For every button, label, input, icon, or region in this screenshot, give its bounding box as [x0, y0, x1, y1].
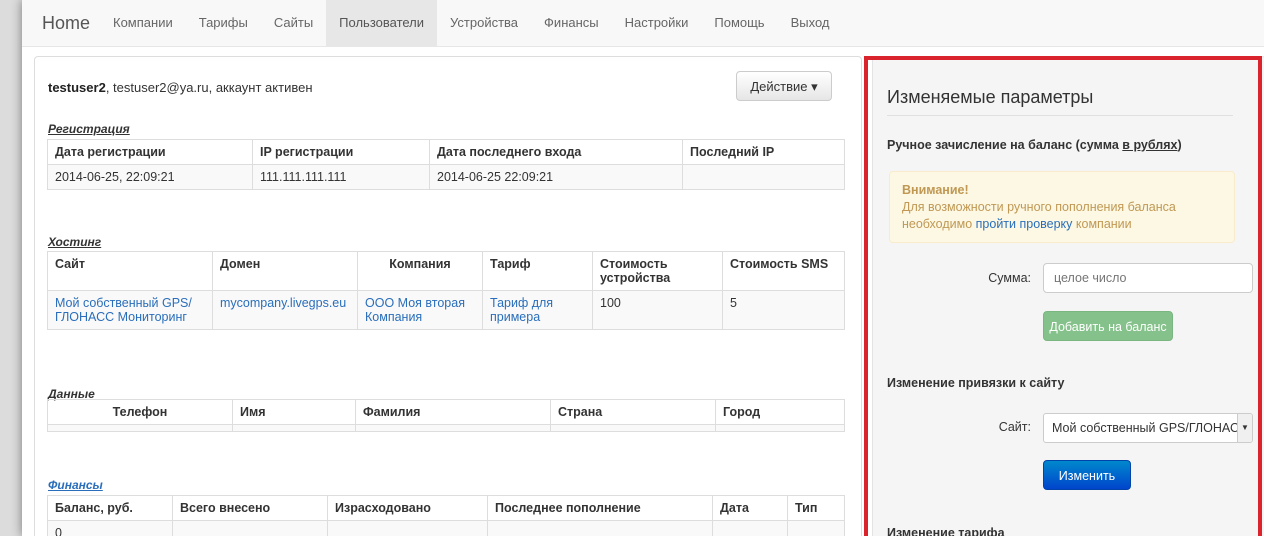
table-cell: 2014-06-25 22:09:21 — [429, 164, 683, 190]
user-info: , testuser2@ya.ru, аккаунт активен — [105, 80, 313, 95]
table-row: 2014-06-25, 22:09:21 111.111.111.111 201… — [47, 164, 845, 190]
user-login: testuser2 — [48, 80, 106, 95]
user-summary: testuser2, testuser2@ya.ru, аккаунт акти… — [48, 80, 313, 95]
table-cell: 5 — [722, 290, 845, 330]
sum-label: Сумма: — [988, 271, 1031, 285]
table-header: Стоимость устройства — [592, 251, 723, 291]
domain-link[interactable]: mycompany.livegps.eu — [212, 290, 358, 330]
site-link[interactable]: Мой собственный GPS/ ГЛОНАСС Мониторинг — [47, 290, 213, 330]
brand-home-link[interactable]: Home — [42, 13, 90, 34]
table-header: Компания — [357, 251, 483, 291]
main-nav: Компании Тарифы Сайты Пользователи Устро… — [100, 0, 843, 46]
balance-heading: Ручное зачисление на баланс (сумма в руб… — [887, 138, 1182, 152]
table-cell: 0 — [47, 520, 173, 536]
table-header: IP регистрации — [252, 139, 430, 165]
browser-viewport: Home Компании Тарифы Сайты Пользователи … — [22, 0, 1264, 536]
add-to-balance-button[interactable]: Добавить на баланс — [1043, 311, 1173, 341]
table-header: Последний IP — [682, 139, 845, 165]
table-cell — [355, 424, 551, 432]
alert-text-end: компании — [1072, 217, 1132, 231]
table-cell — [327, 520, 488, 536]
balance-heading-text: Ручное зачисление на баланс (сумма — [887, 138, 1123, 152]
table-cell: 100 — [592, 290, 723, 330]
nav-users[interactable]: Пользователи — [326, 0, 438, 46]
nav-devices[interactable]: Устройства — [437, 0, 531, 46]
table-header: Фамилия — [355, 399, 551, 425]
table-row — [47, 424, 845, 432]
caret-down-icon: ▼ — [1237, 414, 1252, 442]
nav-sites[interactable]: Сайты — [261, 0, 326, 46]
tariff-change-heading: Изменение тарифа — [887, 526, 1005, 536]
table-cell — [172, 520, 328, 536]
table-header: Последнее пополнение — [487, 495, 713, 521]
table-row: 0 — [47, 520, 845, 536]
editable-params-panel: Изменяемые параметры Ручное зачисление н… — [872, 56, 1264, 536]
divider — [887, 115, 1233, 116]
personal-data-table: Телефон Имя Фамилия Страна Город — [47, 399, 845, 432]
nav-settings[interactable]: Настройки — [612, 0, 702, 46]
table-header: Дата — [712, 495, 788, 521]
nav-tariffs[interactable]: Тарифы — [186, 0, 261, 46]
user-details-panel: testuser2, testuser2@ya.ru, аккаунт акти… — [34, 56, 862, 536]
sum-input[interactable] — [1043, 263, 1253, 293]
table-header: Сайт — [47, 251, 213, 291]
company-link[interactable]: ООО Моя вторая Компания — [357, 290, 483, 330]
table-cell — [487, 520, 713, 536]
hosting-table: Сайт Домен Компания Тариф Стоимость устр… — [47, 251, 845, 330]
nav-help[interactable]: Помощь — [701, 0, 777, 46]
table-header: Тариф — [482, 251, 593, 291]
table-header: Баланс, руб. — [47, 495, 173, 521]
table-header: Тип — [787, 495, 845, 521]
finance-table: Баланс, руб. Всего внесено Израсходовано… — [47, 495, 845, 536]
tariff-link[interactable]: Тариф для примера — [482, 290, 593, 330]
table-cell — [712, 520, 788, 536]
table-cell — [47, 424, 233, 432]
table-header: Имя — [232, 399, 356, 425]
registration-table: Дата регистрации IP регистрации Дата пос… — [47, 139, 845, 190]
nav-logout[interactable]: Выход — [778, 0, 843, 46]
hosting-section-title: Хостинг — [48, 235, 102, 249]
site-select-value: Мой собственный GPS/ГЛОНАСС Мониторинг — [1052, 421, 1252, 435]
verify-company-link[interactable]: пройти проверку — [976, 217, 1073, 231]
table-row: Мой собственный GPS/ ГЛОНАСС Мониторинг … — [47, 290, 845, 330]
table-header: Дата регистрации — [47, 139, 253, 165]
table-cell — [682, 164, 845, 190]
action-dropdown-button[interactable]: Действие ▾ — [736, 71, 832, 101]
table-cell — [550, 424, 716, 432]
panel-title: Изменяемые параметры — [887, 87, 1094, 107]
table-cell — [787, 520, 845, 536]
registration-section-title: Регистрация — [48, 122, 130, 136]
nav-companies[interactable]: Компании — [100, 0, 186, 46]
table-header: Стоимость SMS — [722, 251, 845, 291]
table-cell — [232, 424, 356, 432]
table-cell: 111.111.111.111 — [252, 164, 430, 190]
site-select[interactable]: Мой собственный GPS/ГЛОНАСС Мониторинг ▼ — [1043, 413, 1253, 443]
table-header: Дата последнего входа — [429, 139, 683, 165]
nav-finance[interactable]: Финансы — [531, 0, 612, 46]
table-header: Страна — [550, 399, 716, 425]
change-site-button[interactable]: Изменить — [1043, 460, 1131, 490]
table-header: Телефон — [47, 399, 233, 425]
table-header: Израсходовано — [327, 495, 488, 521]
alert-title: Внимание! — [902, 183, 969, 197]
table-header: Домен — [212, 251, 358, 291]
site-binding-heading: Изменение привязки к сайту — [887, 376, 1065, 390]
table-header: Всего внесено — [172, 495, 328, 521]
table-header: Город — [715, 399, 845, 425]
table-cell — [715, 424, 845, 432]
site-label: Сайт: — [998, 420, 1031, 434]
warning-alert: Внимание! Для возможности ручного пополн… — [889, 171, 1235, 243]
balance-heading-end: ) — [1177, 138, 1182, 152]
finance-section-title[interactable]: Финансы — [48, 478, 103, 492]
rubles-link[interactable]: в рублях — [1122, 138, 1177, 152]
top-navbar: Home Компании Тарифы Сайты Пользователи … — [22, 0, 1264, 47]
table-cell: 2014-06-25, 22:09:21 — [47, 164, 253, 190]
